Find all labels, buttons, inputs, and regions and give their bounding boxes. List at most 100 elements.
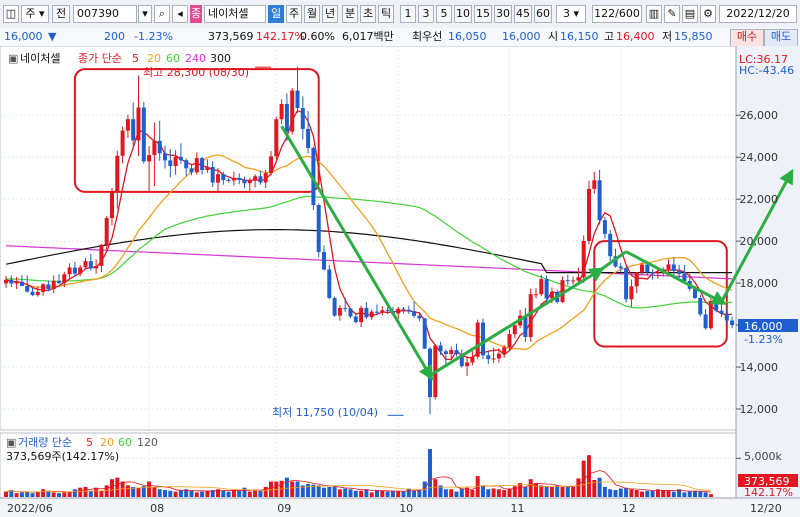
volume-bar (25, 491, 30, 497)
volume-bar (263, 486, 268, 497)
draw-tool-icon[interactable]: ✎ (664, 5, 680, 23)
volume-bar (650, 490, 655, 497)
date-field[interactable]: 2022/12/20 (719, 5, 797, 23)
turnover-rate: 0.60% (300, 30, 335, 43)
volume-bar (359, 490, 364, 497)
y-tick-label: 26,000 (740, 109, 779, 122)
volume-bar (693, 490, 697, 497)
volume-bar (565, 486, 570, 497)
volume-bar (587, 455, 591, 497)
chart-type-icon[interactable]: ▥ (646, 5, 662, 23)
speaker-icon[interactable]: ◂ (172, 5, 188, 23)
y-tick-label: 20,000 (740, 235, 779, 248)
volume-bar (157, 489, 162, 497)
volume-bar (496, 489, 501, 497)
volume-bar (242, 487, 247, 497)
tab-day[interactable]: 일 (268, 5, 284, 23)
volume-bar (602, 486, 607, 497)
volume-bar (4, 491, 8, 497)
candle (141, 101, 146, 164)
trade-amount: 6,017백만 (342, 30, 394, 43)
market-select[interactable]: 주 ▾ (21, 5, 49, 23)
vol-legend-ma20: 20 (100, 436, 114, 449)
volume-bar (624, 487, 629, 497)
candle (708, 298, 713, 330)
volume-bar (708, 494, 713, 497)
toolbar: ◫ 주 ▾ 전 007390 ▾ ⌕ ◂ 종 네이처셀 일 주 월 년 분 초 … (0, 0, 800, 29)
interval-15[interactable]: 15 (474, 5, 492, 23)
volume-bar (332, 486, 337, 497)
market-select-value: 주 (25, 7, 36, 20)
tab-week[interactable]: 주 (286, 5, 302, 23)
export-icon[interactable]: ▤ (682, 5, 698, 23)
tab-second[interactable]: 초 (360, 5, 376, 23)
volume-bar (555, 485, 560, 497)
volume-bar (618, 488, 623, 497)
volume-bar (115, 477, 120, 497)
interval-select[interactable]: 3 ▾ (556, 5, 586, 23)
volume-value: 373,569 (208, 30, 254, 43)
preferred-label: 최우선 (412, 30, 443, 43)
interval-60[interactable]: 60 (534, 5, 552, 23)
volume-bar (459, 488, 464, 497)
x-tick-label: 2022/06 (7, 502, 53, 515)
volume-bar (136, 487, 141, 497)
tab-year[interactable]: 년 (322, 5, 338, 23)
gear-icon[interactable]: ⚙ (700, 5, 716, 23)
vol-legend-icon: ▣ (6, 436, 16, 449)
candle (698, 295, 703, 317)
volume-bar (613, 490, 618, 497)
volume-bar (549, 486, 554, 497)
volume-bar (682, 492, 687, 497)
stock-code-input[interactable]: 007390 (73, 5, 137, 23)
interval-45[interactable]: 45 (514, 5, 532, 23)
volume-bar (221, 490, 226, 497)
volume-bar (62, 492, 67, 497)
tab-tick[interactable]: 틱 (378, 5, 394, 23)
interval-10[interactable]: 10 (454, 5, 472, 23)
volume-bar (661, 490, 666, 497)
volume-bar (703, 492, 708, 497)
volume-bar (433, 479, 438, 497)
volume-bar (491, 488, 496, 497)
interval-5[interactable]: 5 (436, 5, 452, 23)
volume-bar (486, 489, 491, 497)
bid-price: 16,000 (502, 30, 541, 43)
sell-button[interactable]: 매도 (764, 29, 798, 47)
volume-bar (417, 490, 422, 497)
y-tick-label: 22,000 (740, 193, 779, 206)
count-field[interactable]: 122/600 (592, 5, 642, 23)
y-tick-label: 14,000 (740, 361, 779, 374)
candle (481, 318, 485, 359)
tab-month[interactable]: 월 (304, 5, 320, 23)
volume-bar (178, 490, 183, 497)
volume-bar (41, 489, 46, 497)
dropdown-icon[interactable]: ▾ (138, 5, 152, 23)
interval-3[interactable]: 3 (418, 5, 434, 23)
volume-bar (380, 490, 385, 497)
volume-bar (295, 481, 300, 497)
volume-bar (666, 490, 671, 497)
interval-30[interactable]: 30 (494, 5, 512, 23)
low-label: 저 (662, 30, 673, 43)
volume-bar (348, 489, 353, 497)
high-annotation: 최고 28,300 (08/30) (143, 66, 249, 79)
volume-bar (88, 490, 93, 497)
candle (560, 276, 565, 303)
current-price: 16,000 (4, 30, 43, 43)
price-chart[interactable]: 12,000 14,000 16,000 18,000 20,000 22,000 24,0… (0, 46, 800, 517)
legend-ma20: 20 (147, 52, 161, 65)
tab-minute[interactable]: 분 (342, 5, 358, 23)
legend-stock-name: 네이처셀 (20, 52, 60, 65)
interval-1[interactable]: 1 (400, 5, 416, 23)
volume-bar (560, 486, 565, 497)
volume-bar (523, 486, 528, 497)
buy-button[interactable]: 매수 (730, 29, 764, 47)
volume-bar (640, 491, 644, 497)
volume-bar (147, 481, 152, 497)
volume-bar (449, 489, 454, 497)
search-icon[interactable]: ⌕ (154, 5, 170, 23)
window-menu-icon[interactable]: ◫ (3, 5, 19, 23)
prefix-button[interactable]: 전 (52, 5, 70, 23)
volume-bar (83, 486, 88, 497)
